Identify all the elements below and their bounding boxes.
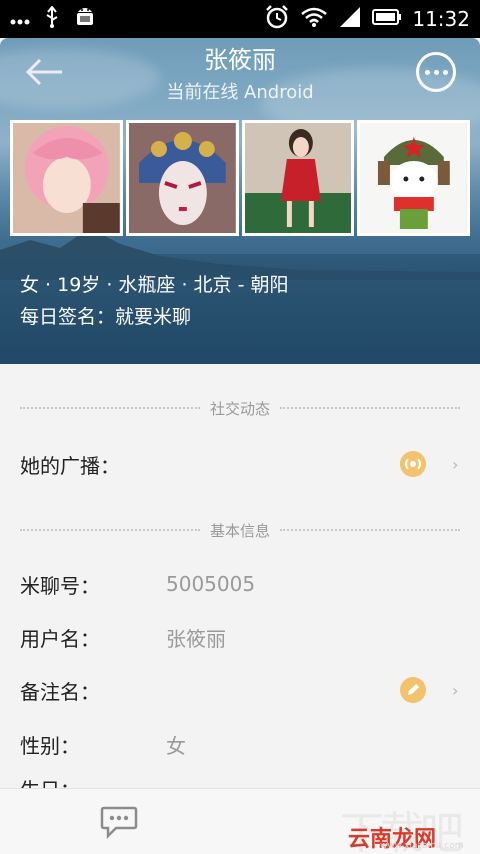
wifi-icon <box>300 6 328 32</box>
profile-name: 张筱丽 <box>204 46 276 74</box>
mi-id-value: 5005005 <box>166 572 256 596</box>
usb-icon <box>44 5 60 32</box>
row-label: 米聊号： <box>20 573 100 598</box>
chevron-right-icon: › <box>452 680 459 700</box>
watermark-small-text: www.xiazaiba.com <box>380 841 464 851</box>
battery-icon <box>372 8 402 30</box>
bunny-plush-photo <box>360 123 467 233</box>
broadcast-icon <box>400 451 426 477</box>
alarm-icon <box>264 4 290 34</box>
online-status: 当前在线 Android <box>166 82 314 103</box>
edit-icon <box>400 677 426 703</box>
status-time: 11:32 <box>412 7 470 31</box>
more-icon <box>10 10 30 29</box>
gender-row: 性别： 女 <box>0 724 480 764</box>
section-label: 基本信息 <box>210 521 271 540</box>
pink-wig-photo <box>13 123 120 233</box>
photo-strip <box>10 120 470 236</box>
photo-thumb-3[interactable] <box>241 120 355 236</box>
chat-bubble-icon <box>100 806 138 840</box>
watermark: 下载吧 云南龙网 www.xiazaiba.com <box>340 797 476 854</box>
row-label: 用户名： <box>20 626 100 651</box>
row-label: 她的广播： <box>20 453 120 478</box>
profile-info-line: 女 · 19岁 · 水瓶座 · 北京 - 朝阳 <box>20 274 289 296</box>
bottom-bar: 下载吧 云南龙网 www.xiazaiba.com <box>0 788 480 854</box>
birthday-row: 生日： <box>0 774 480 788</box>
more-menu-button[interactable] <box>416 52 456 92</box>
section-title-basic: 基本信息 <box>20 520 461 540</box>
username-row: 用户名： 张筱丽 <box>0 617 480 657</box>
profile-header: 张筱丽 当前在线 Android 女 · 19岁 · 水瓶座 · 北京 - 朝阳… <box>0 38 480 364</box>
signal-icon <box>338 6 362 32</box>
username-value: 张筱丽 <box>166 626 226 651</box>
android-icon <box>74 5 96 33</box>
photo-thumb-2[interactable] <box>125 120 239 236</box>
gender-value: 女 <box>166 733 186 758</box>
row-label: 备注名： <box>20 679 100 704</box>
row-label: 性别： <box>20 733 80 758</box>
profile-content: 社交动态 她的广播： › 基本信息 米聊号： 5005005 用户名： 张筱丽 … <box>0 364 480 788</box>
section-title-social: 社交动态 <box>20 398 461 418</box>
photo-thumb-1[interactable] <box>10 120 123 236</box>
more-menu-icon <box>424 69 430 75</box>
section-label: 社交动态 <box>210 399 271 418</box>
christmas-costume-photo <box>244 123 352 233</box>
remark-row[interactable]: 备注名： › <box>0 670 480 710</box>
chevron-right-icon: › <box>452 454 459 474</box>
profile-signature: 每日签名：就要米聊 <box>20 306 192 328</box>
row-label: 生日： <box>20 774 80 788</box>
photo-thumb-4[interactable] <box>357 120 470 236</box>
status-bar: 11:32 <box>0 0 480 38</box>
mi-id-row: 米聊号： 5005005 <box>0 564 480 604</box>
broadcast-row[interactable]: 她的广播： › <box>0 444 480 484</box>
opera-mask-photo <box>128 123 236 233</box>
chat-button[interactable] <box>100 805 138 840</box>
